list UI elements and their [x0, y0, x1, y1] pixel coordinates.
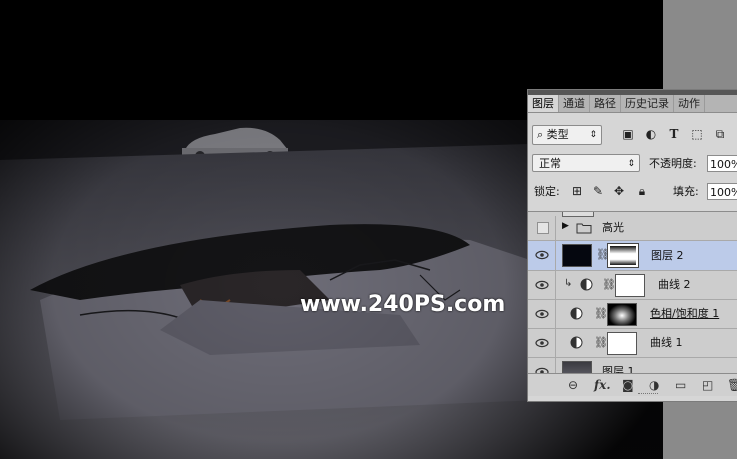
- fx-icon[interactable]: fx.: [594, 378, 611, 392]
- visibility-toggle[interactable]: [528, 300, 556, 328]
- layer-name: 曲线 1: [650, 336, 683, 349]
- mask-icon[interactable]: ◙: [622, 378, 634, 392]
- adjustment-layer-icon: [580, 278, 593, 291]
- layer-row-curves-2[interactable]: ↳ ⛓︎ 曲线 2: [528, 271, 737, 300]
- visibility-toggle[interactable]: [528, 241, 556, 270]
- visibility-off-icon: [537, 222, 549, 234]
- mask-link-icon[interactable]: ⛓︎: [594, 307, 608, 320]
- shape-filter-icon[interactable]: ⬚: [690, 127, 704, 141]
- lock-row: 锁定: ⊞ ✎ ✥ 🔒︎ 填充: 100%: [528, 182, 737, 202]
- lock-move-icon[interactable]: ✥: [612, 184, 626, 198]
- adjustment-filter-icon[interactable]: ◐: [644, 127, 658, 141]
- layer-name: 图层 2: [651, 249, 684, 262]
- visibility-toggle[interactable]: [528, 358, 556, 373]
- expand-arrow-icon[interactable]: ▶: [562, 221, 569, 231]
- layer-row-hue-saturation-1[interactable]: ⛓︎ 色相/饱和度 1: [528, 300, 737, 329]
- fill-input[interactable]: 100%: [707, 183, 737, 200]
- layer-thumbnail: [562, 361, 592, 373]
- select-arrows-icon: ⇕: [627, 159, 635, 169]
- layer-name: 图层 1: [602, 365, 635, 373]
- clipping-arrow-icon: ↳: [564, 278, 573, 289]
- kind-filter-select[interactable]: ⌕ 类型 ⇕: [532, 125, 602, 145]
- mask-link-icon[interactable]: ⛓︎: [602, 278, 616, 291]
- layer-mask-thumbnail[interactable]: [607, 243, 639, 268]
- layer-row-group-highlight[interactable]: ▶ 高光: [528, 216, 737, 241]
- blend-mode-value: 正常: [539, 157, 561, 170]
- layers-panel: 图层 通道 路径 历史记录 动作 ⌕ 类型 ⇕ ▣ ◐ T ⬚ ⧉ 正常 ⇕ 不…: [527, 89, 737, 402]
- search-icon: ⌕: [537, 128, 544, 141]
- layer-mask-thumbnail[interactable]: [615, 274, 645, 297]
- lock-transparent-icon[interactable]: ⊞: [570, 184, 584, 198]
- lock-label: 锁定:: [534, 185, 560, 198]
- new-layer-icon[interactable]: ◰: [702, 378, 713, 392]
- eye-icon: [535, 338, 549, 348]
- watermark-text: www.240PS.com: [300, 292, 506, 317]
- layers-list[interactable]: ▶ 高光 ⛓︎ 图层 2 ↳ ⛓︎ 曲线 2 ⛓︎ 色相/饱和度 1 ⛓︎ 曲线…: [528, 211, 737, 373]
- layer-name: 曲线 2: [658, 278, 691, 291]
- layer-row-layer-1[interactable]: 图层 1: [528, 358, 737, 373]
- type-filter-icon[interactable]: T: [667, 127, 681, 141]
- adjustment-layer-icon: [570, 307, 583, 320]
- fill-label: 填充:: [673, 185, 699, 198]
- adjustment-layer-icon: [570, 336, 583, 349]
- kind-filter-value: 类型: [546, 128, 569, 141]
- lock-brush-icon[interactable]: ✎: [591, 184, 605, 198]
- lock-all-icon[interactable]: 🔒︎: [635, 184, 649, 198]
- layer-row-layer-2[interactable]: ⛓︎ 图层 2: [528, 241, 737, 271]
- visibility-toggle[interactable]: [528, 271, 556, 299]
- folder-icon: [576, 223, 592, 234]
- opacity-label: 不透明度:: [649, 157, 697, 170]
- tab-paths[interactable]: 路径: [590, 95, 621, 112]
- adjustment-icon[interactable]: ◑: [649, 378, 659, 392]
- folder-icon[interactable]: ▭: [675, 378, 686, 392]
- smart-object-filter-icon[interactable]: ⧉: [713, 127, 727, 141]
- layer-name: 色相/饱和度 1: [650, 307, 720, 320]
- select-arrows-icon: ⇕: [589, 130, 597, 140]
- eye-icon: [535, 309, 549, 319]
- filter-row: ⌕ 类型 ⇕ ▣ ◐ T ⬚ ⧉: [528, 125, 737, 145]
- blend-row: 正常 ⇕ 不透明度: 100%: [528, 154, 737, 174]
- layer-mask-thumbnail[interactable]: [607, 303, 637, 326]
- link-icon[interactable]: ⊖: [568, 378, 578, 392]
- resize-grip[interactable]: [638, 393, 658, 396]
- tab-actions[interactable]: 动作: [674, 95, 705, 112]
- layer-thumbnail: [562, 244, 592, 267]
- panel-footer: ⊖ fx. ◙ ◑ ▭ ◰ 🗑︎: [528, 373, 737, 396]
- layer-row-curves-1[interactable]: ⛓︎ 曲线 1: [528, 329, 737, 358]
- mask-link-icon[interactable]: ⛓︎: [594, 336, 608, 349]
- trash-icon[interactable]: 🗑︎: [727, 378, 737, 392]
- tab-channels[interactable]: 通道: [559, 95, 590, 112]
- visibility-toggle[interactable]: [528, 216, 556, 240]
- image-filter-icon[interactable]: ▣: [621, 127, 635, 141]
- panel-tabs: 图层 通道 路径 历史记录 动作: [528, 95, 737, 113]
- eye-icon: [535, 250, 549, 260]
- tab-history[interactable]: 历史记录: [621, 95, 674, 112]
- blend-mode-select[interactable]: 正常 ⇕: [532, 154, 640, 172]
- tab-layers[interactable]: 图层: [528, 95, 559, 112]
- eye-icon: [535, 280, 549, 290]
- layer-mask-thumbnail[interactable]: [607, 332, 637, 355]
- visibility-toggle[interactable]: [528, 329, 556, 357]
- opacity-input[interactable]: 100%: [707, 155, 737, 172]
- layer-name: 高光: [602, 221, 624, 234]
